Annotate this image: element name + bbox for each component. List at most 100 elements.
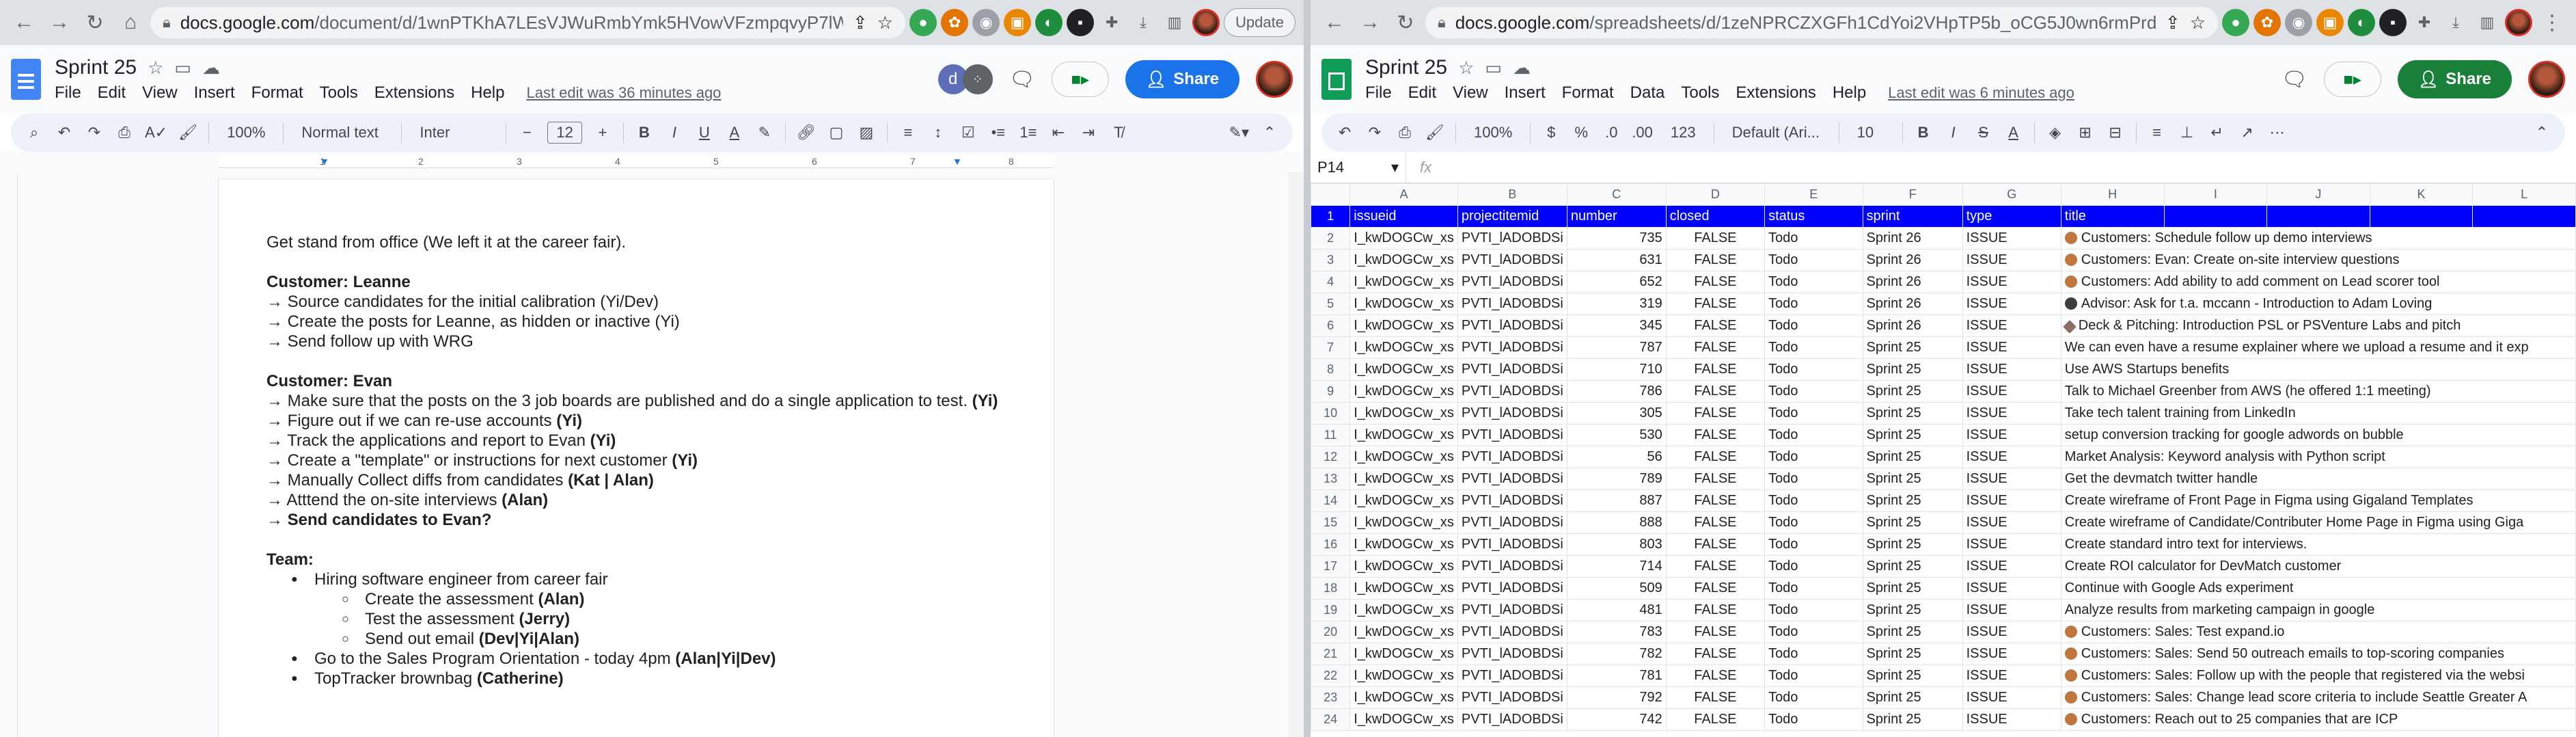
menu-help[interactable]: Help [1833, 83, 1866, 103]
extension-icon[interactable]: ◐ [1035, 9, 1063, 36]
cell[interactable]: I_kwDOGCw_xs [1349, 577, 1458, 600]
column-header[interactable]: D [1665, 183, 1766, 206]
menu-file[interactable]: File [55, 83, 81, 103]
menu-format[interactable]: Format [251, 83, 303, 103]
increase-font-icon[interactable]: + [593, 124, 612, 142]
cell[interactable]: sprint [1862, 205, 1963, 228]
cell[interactable]: Todo [1764, 336, 1863, 359]
download-icon[interactable]: ⤓ [1129, 9, 1157, 36]
cell[interactable]: FALSE [1665, 446, 1766, 468]
font-size-input[interactable]: 12 [547, 122, 582, 144]
cell[interactable]: title [2060, 205, 2165, 228]
cell[interactable]: Sprint 25 [1862, 686, 1963, 709]
comment-icon[interactable]: ▢ [827, 124, 846, 142]
image-icon[interactable]: ▨ [857, 124, 876, 142]
cell[interactable]: ISSUE [1962, 686, 2061, 709]
underline-icon[interactable]: U [695, 124, 714, 142]
extension-icon[interactable]: ● [2222, 9, 2249, 36]
cell[interactable]: 786 [1566, 380, 1667, 403]
collapse-toolbar-icon[interactable]: ⌃ [1260, 124, 1279, 142]
share-page-icon[interactable]: ⇪ [2165, 12, 2180, 34]
cell[interactable]: setup conversion tracking for google adw… [2060, 424, 2576, 446]
cell[interactable]: Sprint 25 [1862, 599, 1963, 621]
style-select[interactable]: Normal text [294, 121, 390, 144]
cell[interactable]: ISSUE [1962, 468, 2061, 490]
menu-view[interactable]: View [142, 83, 178, 103]
cell[interactable]: Sprint 25 [1862, 577, 1963, 600]
cell[interactable]: Todo [1764, 577, 1863, 600]
menu-insert[interactable]: Insert [194, 83, 235, 103]
cell[interactable]: Todo [1764, 555, 1863, 578]
cell[interactable]: Todo [1764, 227, 1863, 250]
column-header[interactable]: B [1457, 183, 1567, 206]
cell[interactable]: I_kwDOGCw_xs [1349, 708, 1458, 731]
cell[interactable]: Todo [1764, 468, 1863, 490]
cell[interactable]: FALSE [1665, 424, 1766, 446]
cell[interactable]: Deck & Pitching: Introduction PSL or PSV… [2060, 314, 2576, 337]
cell[interactable]: ISSUE [1962, 490, 2061, 512]
right-indent-marker-icon[interactable]: ▼ [953, 156, 962, 167]
cell[interactable]: Customers: Schedule follow up demo inter… [2060, 227, 2576, 250]
checklist-icon[interactable]: ☑ [959, 124, 978, 142]
menu-format[interactable]: Format [1562, 83, 1614, 103]
cell[interactable]: I_kwDOGCw_xs [1349, 227, 1458, 250]
cell[interactable]: ISSUE [1962, 599, 2061, 621]
cell[interactable]: 631 [1566, 249, 1667, 271]
more-menu-icon[interactable]: ⋮ [2536, 7, 2568, 38]
cell[interactable]: ISSUE [1962, 314, 2061, 337]
profile-avatar[interactable] [2505, 9, 2532, 36]
increase-indent-icon[interactable]: ⇥ [1079, 124, 1098, 142]
cell[interactable]: projectitemid [1457, 205, 1567, 228]
forward-icon[interactable]: → [44, 7, 75, 38]
share-button[interactable]: 👤︎ Share [2397, 60, 2512, 98]
cell[interactable]: PVTI_lADOBDSi [1457, 249, 1567, 271]
cell[interactable]: ISSUE [1962, 227, 2061, 250]
cell[interactable]: Sprint 25 [1862, 446, 1963, 468]
decrease-font-icon[interactable]: − [517, 124, 536, 142]
cloud-status-icon[interactable]: ☁ [1513, 57, 1531, 79]
cell[interactable]: FALSE [1665, 271, 1766, 293]
cell[interactable]: FALSE [1665, 314, 1766, 337]
zoom-select[interactable]: 100% [220, 121, 272, 144]
text-color-icon[interactable]: A [2004, 124, 2023, 142]
row-header[interactable]: 14 [1311, 490, 1351, 512]
cell[interactable]: PVTI_lADOBDSi [1457, 511, 1567, 534]
highlight-icon[interactable]: ✎ [755, 124, 774, 142]
cell[interactable]: I_kwDOGCw_xs [1349, 380, 1458, 403]
cell[interactable]: PVTI_lADOBDSi [1457, 621, 1567, 643]
cell[interactable]: Sprint 26 [1862, 293, 1963, 315]
cell[interactable]: Customers: Reach out to 25 companies tha… [2060, 708, 2576, 731]
cell[interactable]: ISSUE [1962, 577, 2061, 600]
zoom-select[interactable]: 100% [1467, 121, 1519, 144]
cell[interactable]: FALSE [1665, 227, 1766, 250]
font-size-select[interactable]: 10 [1850, 121, 1891, 144]
cell[interactable]: FALSE [1665, 599, 1766, 621]
star-icon[interactable]: ☆ [148, 57, 163, 79]
cell[interactable]: Customers: Add ability to add comment on… [2060, 271, 2576, 293]
row-header[interactable]: 4 [1311, 271, 1351, 293]
undo-icon[interactable]: ↶ [55, 124, 74, 142]
reload-icon[interactable]: ↻ [1390, 7, 1421, 38]
row-header[interactable]: 8 [1311, 358, 1351, 381]
cell[interactable]: Todo [1764, 271, 1863, 293]
column-header[interactable]: K [2369, 183, 2474, 206]
back-icon[interactable]: ← [1319, 7, 1350, 38]
font-select[interactable]: Inter [413, 121, 495, 144]
borders-icon[interactable]: ⊞ [2076, 124, 2095, 142]
cell[interactable]: FALSE [1665, 686, 1766, 709]
cell[interactable]: Get the devmatch twitter handle [2060, 468, 2576, 490]
extension-icon[interactable]: ◉ [972, 9, 1000, 36]
row-header[interactable]: 17 [1311, 555, 1351, 578]
cell[interactable]: 530 [1566, 424, 1667, 446]
cell[interactable]: Sprint 26 [1862, 271, 1963, 293]
cell[interactable]: Todo [1764, 249, 1863, 271]
paint-format-icon[interactable]: 🖌︎ [1425, 124, 1444, 142]
address-bar[interactable]: 🔒︎ docs.google.com/document/d/1wnPTKhA7L… [150, 7, 906, 38]
cell[interactable]: ISSUE [1962, 271, 2061, 293]
cell[interactable]: I_kwDOGCw_xs [1349, 402, 1458, 425]
bullet-list-icon[interactable]: •≡ [989, 124, 1008, 142]
cell[interactable]: Todo [1764, 358, 1863, 381]
menu-file[interactable]: File [1365, 83, 1392, 103]
cell[interactable]: Customers: Sales: Follow up with the peo… [2060, 665, 2576, 687]
cell[interactable]: I_kwDOGCw_xs [1349, 665, 1458, 687]
